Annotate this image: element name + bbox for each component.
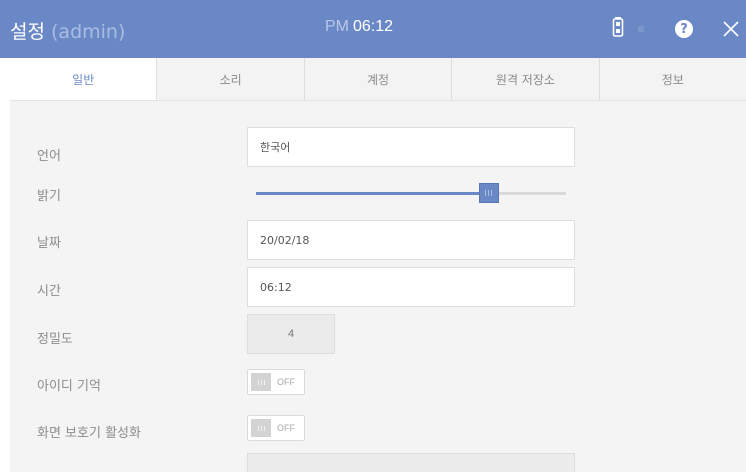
- clock-ampm: PM: [325, 18, 349, 35]
- title-bar: 설정 (admin) PM 06:12 ?: [0, 0, 746, 58]
- screensaver-state: OFF: [277, 423, 295, 433]
- title-user: (admin): [51, 21, 126, 43]
- remember-id-label: 아이디 기억: [37, 379, 101, 394]
- time-label: 시간: [37, 284, 61, 299]
- tab-account[interactable]: 계정: [303, 58, 452, 100]
- remember-id-state: OFF: [277, 377, 295, 387]
- language-label: 언어: [37, 149, 61, 164]
- tab-remote-storage[interactable]: 원격 저장소: [451, 58, 599, 100]
- toggle-knob: [251, 419, 271, 437]
- brightness-label: 밝기: [37, 189, 61, 204]
- help-icon: ?: [675, 20, 693, 38]
- precision-label: 정밀도: [37, 332, 73, 347]
- brightness-slider-fill: [256, 192, 489, 195]
- settings-panel: 언어 한국어 밝기 날짜 20/02/18 시간 06:12 정밀도 4 아이디…: [10, 101, 746, 472]
- date-field[interactable]: 20/02/18: [247, 220, 575, 260]
- clock-time: 06:12: [353, 18, 394, 35]
- close-icon: [723, 21, 739, 37]
- language-select[interactable]: 한국어: [247, 127, 575, 167]
- indicator-icon: [638, 26, 644, 32]
- screensaver-toggle[interactable]: OFF: [247, 415, 305, 441]
- battery-icon: [612, 17, 624, 37]
- tab-info[interactable]: 정보: [598, 58, 746, 100]
- tab-general[interactable]: 일반: [10, 58, 157, 100]
- tab-bar: 일반 소리 계정 원격 저장소 정보: [10, 58, 746, 101]
- toggle-knob: [251, 373, 271, 391]
- grip-icon: [484, 190, 493, 196]
- next-setting-field[interactable]: [247, 453, 575, 472]
- window-title: 설정 (admin): [10, 17, 125, 44]
- brightness-slider-handle[interactable]: [478, 183, 499, 203]
- brightness-slider[interactable]: [256, 183, 566, 203]
- precision-field[interactable]: 4: [247, 314, 335, 354]
- screensaver-label: 화면 보호기 활성화: [37, 426, 141, 441]
- time-field[interactable]: 06:12: [247, 267, 575, 307]
- date-label: 날짜: [37, 236, 61, 251]
- close-button[interactable]: [716, 13, 746, 45]
- tab-sound[interactable]: 소리: [156, 58, 304, 100]
- clock: PM 06:12: [325, 18, 393, 36]
- remember-id-toggle[interactable]: OFF: [247, 369, 305, 395]
- help-button[interactable]: ?: [668, 13, 700, 45]
- title-text: 설정: [10, 21, 45, 43]
